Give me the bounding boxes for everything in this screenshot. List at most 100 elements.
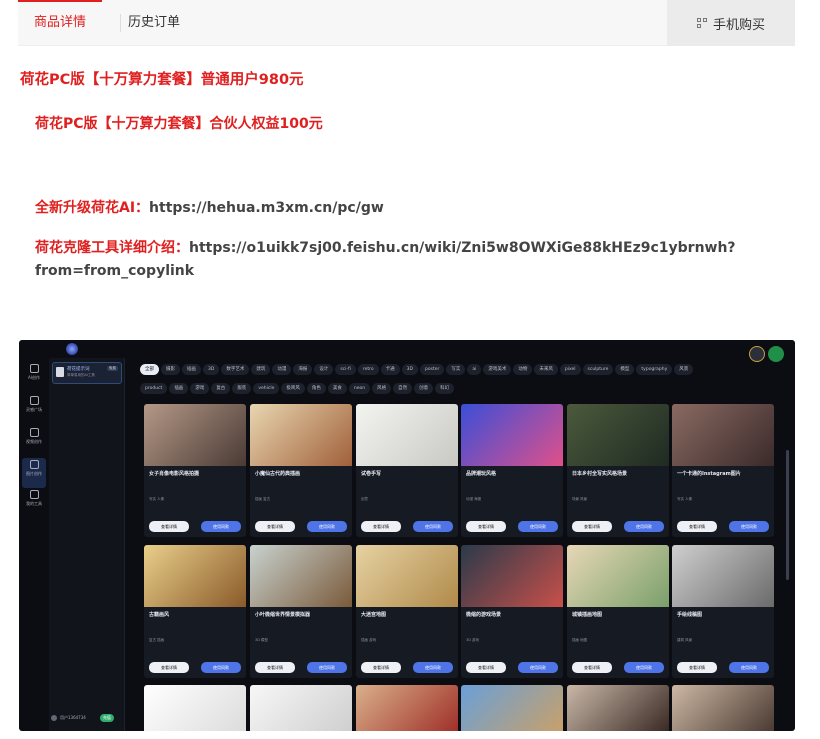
category-chip[interactable]: 插画 — [182, 364, 201, 375]
template-thumbnail[interactable] — [461, 685, 563, 731]
template-card[interactable]: 女子肖像电影风格拍摄 写实 人像 查看详情 使用同款 — [144, 404, 246, 537]
intro-url[interactable]: https://o1uikk7sj00.feishu.cn/wiki/Zni5w… — [189, 240, 736, 256]
template-thumbnail[interactable] — [567, 685, 669, 731]
category-chip[interactable]: 设计 — [314, 364, 334, 375]
category-chip[interactable]: 写实 — [446, 364, 466, 375]
intro-url-continued[interactable]: from=from_copylink — [35, 263, 194, 279]
upgrade-url[interactable]: https://hehua.m3xm.cn/pc/gw — [149, 200, 384, 216]
use-template-button[interactable]: 使用同款 — [201, 662, 241, 673]
template-card[interactable]: 日本乡村全写实风格场景 场景 风景 查看详情 使用同款 — [567, 404, 669, 537]
use-template-button[interactable]: 使用同款 — [307, 521, 347, 532]
category-chip[interactable]: 美食 — [327, 383, 347, 394]
use-template-button[interactable]: 使用同款 — [307, 662, 347, 673]
category-chip[interactable]: typography — [636, 364, 673, 375]
category-chip[interactable]: 极简风 — [281, 383, 305, 394]
category-chip[interactable]: 3D — [401, 364, 418, 375]
template-card[interactable]: 品牌潮玩风格 动漫 海报 查看详情 使用同款 — [461, 404, 563, 537]
nav-icon — [29, 364, 39, 373]
category-chip[interactable]: retro — [357, 364, 379, 375]
view-details-button[interactable]: 查看详情 — [572, 521, 612, 532]
category-chip[interactable]: 卡通 — [380, 364, 400, 375]
template-card[interactable]: 小叶微缩世界情景模拟器 3D 模型 查看详情 使用同款 — [250, 545, 352, 678]
template-card[interactable]: 城镇插画地图 插画 地图 查看详情 使用同款 — [567, 545, 669, 678]
view-details-button[interactable]: 查看详情 — [361, 521, 401, 532]
category-chip[interactable]: 插画 — [169, 383, 189, 394]
template-thumbnail[interactable] — [250, 685, 352, 731]
view-details-button[interactable]: 查看详情 — [572, 662, 612, 673]
category-chip[interactable]: 模型 — [615, 364, 635, 375]
category-chip[interactable]: vehicle — [253, 383, 280, 394]
qr-code-icon — [696, 18, 707, 28]
category-chip[interactable]: neon — [348, 383, 371, 394]
category-chip[interactable]: 动物 — [513, 364, 533, 375]
view-details-button[interactable]: 查看详情 — [149, 662, 189, 673]
category-chip[interactable]: 全部 — [140, 364, 159, 375]
use-template-button[interactable]: 使用同款 — [201, 521, 241, 532]
category-chip[interactable]: 摄影 — [161, 364, 180, 375]
category-chip[interactable]: poster — [419, 364, 445, 375]
view-details-button[interactable]: 查看详情 — [149, 521, 189, 532]
use-template-button[interactable]: 使用同款 — [729, 521, 769, 532]
category-chip[interactable]: 数字艺术 — [221, 364, 250, 375]
nav-item[interactable]: 我的工具 — [22, 488, 46, 518]
view-details-button[interactable]: 查看详情 — [677, 662, 717, 673]
category-chip[interactable]: pixel — [559, 364, 581, 375]
template-card[interactable]: 小魔仙古代药典插画 插画 复古 查看详情 使用同款 — [250, 404, 352, 537]
tab-order-history[interactable]: 历史订单 — [121, 0, 187, 46]
template-card[interactable]: 古籍画风 复古 插画 查看详情 使用同款 — [144, 545, 246, 678]
category-chip[interactable]: sculpture — [582, 364, 614, 375]
category-chip[interactable]: sci-fi — [335, 364, 356, 375]
project-item[interactable]: 荷花提示词 简单易用的AI工具 免费 — [52, 362, 122, 384]
view-details-button[interactable]: 查看详情 — [466, 662, 506, 673]
category-chip[interactable]: 风景 — [674, 364, 694, 375]
category-chip[interactable]: 游戏 — [190, 383, 210, 394]
view-details-button[interactable]: 查看详情 — [255, 521, 295, 532]
category-chip[interactable]: 3D — [203, 364, 220, 375]
use-template-button[interactable]: 使用同款 — [413, 521, 453, 532]
view-details-button[interactable]: 查看详情 — [677, 521, 717, 532]
tab-product-details[interactable]: 商品详情 — [18, 0, 102, 46]
mobile-buy-button[interactable]: 手机购买 — [667, 0, 795, 46]
category-chip[interactable]: product — [140, 383, 168, 394]
category-chip[interactable]: 角色 — [306, 383, 326, 394]
nav-item[interactable]: AI创作 — [22, 362, 46, 392]
recharge-button[interactable]: 充值 — [99, 714, 114, 722]
nav-item[interactable]: 视频创作 — [22, 426, 46, 456]
use-template-button[interactable]: 使用同款 — [624, 521, 664, 532]
nav-item[interactable]: 灵感广场 — [22, 394, 46, 424]
template-thumbnail[interactable] — [356, 685, 458, 731]
nav-item[interactable]: 图片创作 — [22, 458, 46, 488]
category-chip[interactable]: 未来风 — [534, 364, 558, 375]
use-template-button[interactable]: 使用同款 — [518, 662, 558, 673]
category-chip[interactable]: 海报 — [293, 364, 313, 375]
category-chip[interactable]: 游戏美术 — [483, 364, 512, 375]
view-details-button[interactable]: 查看详情 — [255, 662, 295, 673]
category-chip[interactable]: ai — [467, 364, 482, 375]
template-card[interactable]: 大迷宫地图 插画 游戏 查看详情 使用同款 — [356, 545, 458, 678]
category-chip[interactable]: 服装 — [232, 383, 252, 394]
category-chip[interactable]: 风格 — [372, 383, 392, 394]
wallet-icon[interactable] — [749, 346, 765, 362]
template-thumbnail[interactable] — [144, 685, 246, 731]
template-card[interactable]: 手绘线稿图 建筑 风景 查看详情 使用同款 — [672, 545, 774, 678]
template-card[interactable]: 一个卡通的Instagram图片 写实 人像 查看详情 使用同款 — [672, 404, 774, 537]
template-title: 城镇插画地图 — [572, 612, 603, 618]
use-template-button[interactable]: 使用同款 — [624, 662, 664, 673]
user-icon[interactable] — [768, 346, 784, 362]
view-details-button[interactable]: 查看详情 — [361, 662, 401, 673]
category-chip[interactable]: 复古 — [211, 383, 231, 394]
template-thumbnail[interactable] — [672, 685, 774, 731]
use-template-button[interactable]: 使用同款 — [729, 662, 769, 673]
scrollbar[interactable] — [786, 450, 789, 580]
category-chip[interactable]: 动漫 — [272, 364, 292, 375]
use-template-button[interactable]: 使用同款 — [518, 521, 558, 532]
category-chip[interactable]: 创意 — [414, 383, 434, 394]
view-details-button[interactable]: 查看详情 — [466, 521, 506, 532]
category-chip[interactable]: 建筑 — [251, 364, 271, 375]
category-chip[interactable]: 科幻 — [435, 383, 455, 394]
package-price-regular: 荷花PC版【十万算力套餐】普通用户980元 — [20, 72, 304, 88]
category-chip[interactable]: 自然 — [393, 383, 413, 394]
use-template-button[interactable]: 使用同款 — [413, 662, 453, 673]
template-card[interactable]: 微缩的游戏场景 3D 游戏 查看详情 使用同款 — [461, 545, 563, 678]
template-card[interactable]: 试卷手写 创意 查看详情 使用同款 — [356, 404, 458, 537]
